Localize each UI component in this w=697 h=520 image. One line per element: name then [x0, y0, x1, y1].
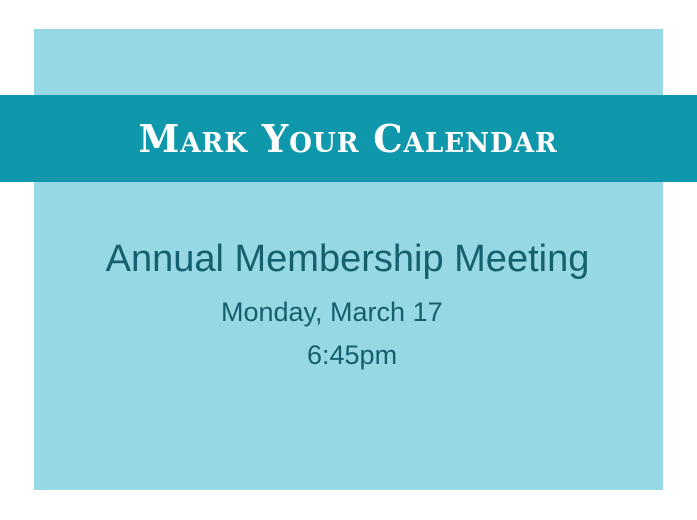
- event-time: 6:45pm: [307, 340, 398, 370]
- title-banner: Mark Your Calendar: [0, 95, 697, 182]
- event-name: Annual Membership Meeting: [105, 238, 590, 280]
- flyer-page: Mark Your Calendar Annual Membership Mee…: [0, 0, 697, 520]
- banner-title: Mark Your Calendar: [138, 116, 559, 161]
- event-date: Monday, March 17: [221, 297, 443, 327]
